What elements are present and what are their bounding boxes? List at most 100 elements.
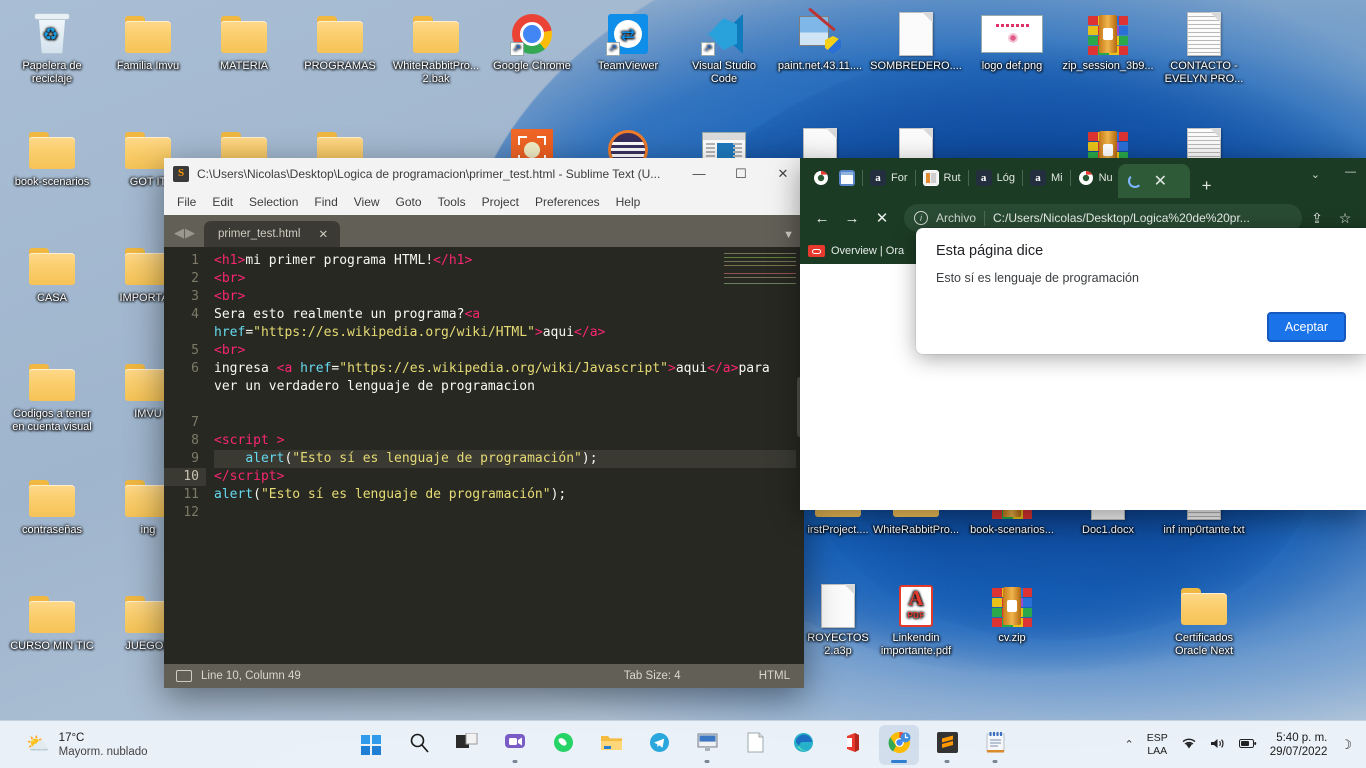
- chrome-tab-rut[interactable]: Rut: [918, 161, 966, 195]
- close-icon[interactable]: ✕: [1154, 171, 1167, 191]
- sublime-minimap[interactable]: [724, 251, 796, 307]
- taskbar[interactable]: ⛅ 17°C Mayorm. nublado ⌃ ESP LAA 5:40 p.…: [0, 720, 1366, 768]
- desktop-icon-cv-zip[interactable]: cv.zip: [964, 580, 1060, 645]
- desktop-icon-zip-session-3b9[interactable]: zip_session_3b9...: [1060, 8, 1156, 73]
- desktop-icon-linkendin-importante-pdf[interactable]: A PDF Linkendin importante.pdf: [868, 580, 964, 658]
- search-button[interactable]: [399, 725, 439, 765]
- code-line[interactable]: <br>: [214, 270, 796, 288]
- chrome-tab-nu[interactable]: Nu: [1073, 161, 1118, 195]
- telegram-button[interactable]: [639, 725, 679, 765]
- task-view-button[interactable]: [447, 725, 487, 765]
- desktop-icon-visual-studio-code[interactable]: ↗ Visual Studio Code: [676, 8, 772, 86]
- chrome-tab-pinned-1[interactable]: [834, 161, 860, 195]
- code-line[interactable]: <br>: [214, 288, 796, 306]
- menu-find[interactable]: Find: [307, 192, 344, 212]
- desktop-icon-codigos-a-tener-en-cuenta-visual[interactable]: Codigos a tener en cuenta visual: [4, 356, 100, 434]
- sublime-code-content[interactable]: <h1>mi primer programa HTML!</h1> <br> <br…: [206, 247, 804, 664]
- file-explorer-button[interactable]: [591, 725, 631, 765]
- menu-project[interactable]: Project: [475, 192, 526, 212]
- menu-file[interactable]: File: [170, 192, 203, 212]
- close-icon[interactable]: ✕: [318, 227, 328, 241]
- code-line[interactable]: <br>: [214, 342, 796, 360]
- tab-size-label[interactable]: Tab Size: 4: [624, 670, 681, 682]
- menu-preferences[interactable]: Preferences: [528, 192, 607, 212]
- dialog-actions: Aceptar: [936, 312, 1346, 342]
- code-line[interactable]: ingresa <a href="https://es.wikipedia.or…: [214, 360, 796, 396]
- chrome-button[interactable]: [879, 724, 919, 765]
- chevron-down-icon[interactable]: ⌄: [1311, 168, 1320, 181]
- desktop-icon-familia-imvu[interactable]: Familia Imvu: [100, 8, 196, 73]
- code-line[interactable]: [214, 414, 796, 432]
- notepad2-button[interactable]: [975, 725, 1015, 765]
- accept-button[interactable]: Aceptar: [1266, 312, 1346, 342]
- desktop-icon-casa[interactable]: CASA: [4, 240, 100, 305]
- desktop-icon-paint-net-43-11[interactable]: paint.net.43.11....: [772, 7, 868, 73]
- code-line[interactable]: <script >: [214, 432, 796, 450]
- menu-goto[interactable]: Goto: [389, 192, 429, 212]
- console-icon[interactable]: [176, 670, 192, 682]
- desktop-icon-curso-min-tic[interactable]: CURSO MIN TIC: [4, 588, 100, 653]
- chrome-tab-strip[interactable]: a For Rut a Lóg a Mi Nu ✕ + ⌄ —: [800, 158, 1366, 198]
- stop-loading-button[interactable]: ✕: [868, 204, 896, 232]
- menu-selection[interactable]: Selection: [242, 192, 305, 212]
- bookmark-item-oracle[interactable]: Overview | Ora: [808, 245, 904, 257]
- sublime-close-button[interactable]: ✕: [762, 158, 804, 189]
- sublime-title-bar[interactable]: S C:\Users\Nicolas\Desktop\Logica de pro…: [164, 158, 804, 189]
- desktop-icon-materia[interactable]: MATERIA: [196, 8, 292, 73]
- office-button[interactable]: [831, 725, 871, 765]
- page-info-icon[interactable]: i: [914, 211, 928, 225]
- menu-help[interactable]: Help: [609, 192, 648, 212]
- sublime-tab-primer-test[interactable]: primer_test.html ✕: [204, 221, 341, 247]
- bookmark-star-icon[interactable]: ☆: [1332, 210, 1358, 227]
- code-line[interactable]: </script>: [214, 468, 796, 486]
- chrome-tab-mi[interactable]: a Mi: [1025, 161, 1068, 195]
- code-line[interactable]: [214, 396, 796, 414]
- share-icon[interactable]: ⇪: [1304, 210, 1330, 227]
- menu-tools[interactable]: Tools: [431, 192, 473, 212]
- sublime-minimize-button[interactable]: —: [678, 158, 720, 189]
- chrome-tab-lóg[interactable]: a Lóg: [971, 161, 1020, 195]
- desktop-icon-logo-def-png[interactable]: logo def.png: [964, 8, 1060, 73]
- desktop-icon-google-chrome[interactable]: ↗ Google Chrome: [484, 8, 580, 73]
- chat-button[interactable]: [495, 725, 535, 765]
- desktop-icon-certificados-oracle-next[interactable]: Certificados Oracle Next: [1156, 580, 1252, 658]
- sublime-button[interactable]: [927, 725, 967, 765]
- code-line[interactable]: Sera esto realmente un programa?<a href=…: [214, 306, 796, 342]
- desktop-icon-teamviewer[interactable]: ⇄ ↗ TeamViewer: [580, 8, 676, 73]
- edge-button[interactable]: [783, 725, 823, 765]
- sublime-text-window[interactable]: S C:\Users\Nicolas\Desktop\Logica de pro…: [164, 158, 804, 688]
- tab-nav-arrows-icon[interactable]: ◀▶: [164, 225, 204, 247]
- sublime-menu-bar[interactable]: File Edit Selection Find View Goto Tools Projec…: [164, 189, 804, 215]
- back-button[interactable]: ←: [808, 204, 836, 232]
- code-line[interactable]: alert("Esto sí es lenguaje de programaci…: [214, 450, 796, 468]
- paintnet-icon: [772, 7, 868, 60]
- notepad-button[interactable]: [735, 725, 775, 765]
- chrome-tab-for[interactable]: a For: [865, 161, 913, 195]
- chrome-active-tab[interactable]: ✕: [1117, 164, 1190, 198]
- desktop-icon-sombredero[interactable]: SOMBREDERO....: [868, 8, 964, 73]
- desktop-icon-whiterabbitpro-2-bak[interactable]: WhiteRabbitPro... 2.bak: [388, 8, 484, 86]
- javascript-alert-dialog[interactable]: Esta página dice Esto sí es lenguaje de …: [916, 228, 1366, 354]
- menu-edit[interactable]: Edit: [205, 192, 240, 212]
- chrome-minimize-button[interactable]: —: [1345, 166, 1356, 178]
- desktop-icon-papelera-de-reciclaje[interactable]: ♻ Papelera de reciclaje: [4, 8, 100, 86]
- menu-view[interactable]: View: [347, 192, 387, 212]
- chevron-down-icon[interactable]: ▼: [783, 229, 794, 241]
- desktop-icon-contacto-evelyn-pro[interactable]: CONTACTO -EVELYN PRO...: [1156, 8, 1252, 86]
- teamviewer-button[interactable]: [687, 725, 727, 765]
- desktop-icon-contrase-as[interactable]: contraseñas: [4, 472, 100, 537]
- desktop-icon-book-scenarios[interactable]: book-scenarios: [4, 124, 100, 189]
- desktop-icon-programas[interactable]: PROGRAMAS: [292, 8, 388, 73]
- syntax-label[interactable]: HTML: [759, 670, 790, 682]
- sublime-tab-bar[interactable]: ◀▶ primer_test.html ✕ ▼: [164, 215, 804, 247]
- sublime-maximize-button[interactable]: ☐: [720, 158, 762, 189]
- sublime-tab-label: primer_test.html: [218, 228, 301, 240]
- start-button[interactable]: [351, 725, 391, 765]
- code-line[interactable]: alert("Esto sí es lenguaje de programaci…: [214, 486, 796, 504]
- chrome-tab-pinned-0[interactable]: [808, 161, 834, 195]
- whatsapp-button[interactable]: [543, 725, 583, 765]
- new-tab-button[interactable]: +: [1190, 177, 1224, 198]
- sublime-editor-area[interactable]: 1 2 3 4 5 6 7 8 9 10 11 12 <h1>mi primer programa H…: [164, 247, 804, 664]
- code-line[interactable]: <h1>mi primer programa HTML!</h1>: [214, 252, 796, 270]
- forward-button[interactable]: →: [838, 204, 866, 232]
